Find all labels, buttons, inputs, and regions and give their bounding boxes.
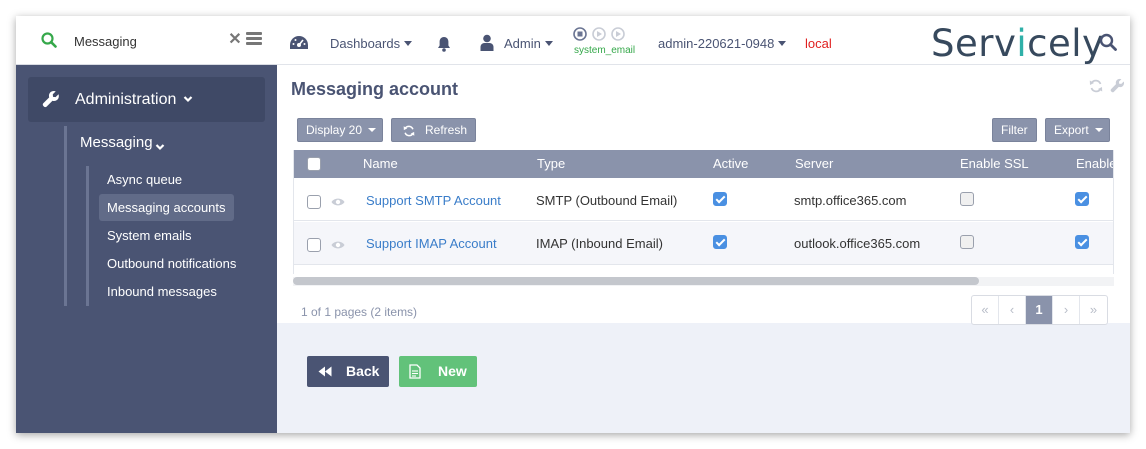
new-label: New — [438, 363, 467, 379]
export-button[interactable]: Export — [1045, 118, 1110, 142]
instance-menu[interactable]: admin-220621-0948 — [658, 36, 787, 51]
system-email-status: system_email — [574, 45, 636, 56]
chevron-down-icon — [155, 144, 165, 151]
account-type: SMTP (Outbound Email) — [536, 193, 678, 208]
page-title: Messaging account — [291, 79, 459, 99]
active-checkbox — [713, 235, 727, 249]
display-count-label: Display 20 — [306, 123, 363, 137]
refresh-icon[interactable] — [1089, 79, 1103, 93]
account-name-link[interactable]: Support SMTP Account — [366, 193, 501, 208]
media-controls — [573, 27, 625, 41]
search-icon[interactable] — [1099, 33, 1117, 51]
sidebar-tree-line — [86, 166, 89, 306]
search-icon — [41, 32, 57, 48]
close-icon[interactable]: ✕ — [228, 31, 242, 49]
column-header-type[interactable]: Type — [537, 156, 565, 171]
dashboard-icon[interactable] — [289, 35, 309, 51]
new-button[interactable]: New — [399, 356, 477, 387]
sidebar-item-async-queue[interactable]: Async queue — [99, 166, 190, 193]
refresh-label: Refresh — [425, 123, 468, 137]
sidebar: ✕ Administration Messaging Async queue M… — [16, 16, 277, 433]
account-server: smtp.office365.com — [794, 193, 907, 208]
stop-icon[interactable] — [573, 27, 587, 41]
column-header-enable-ssl[interactable]: Enable SSL — [960, 156, 1029, 171]
dashboards-label: Dashboards — [330, 36, 401, 51]
play-icon[interactable] — [611, 27, 625, 41]
sidebar-search-input[interactable] — [74, 30, 224, 52]
back-label: Back — [346, 363, 380, 379]
document-icon — [409, 364, 421, 379]
back-button[interactable]: Back — [307, 356, 389, 387]
enable-checkbox — [1075, 192, 1089, 206]
eye-icon[interactable] — [331, 240, 345, 250]
sidebar-item-system-emails[interactable]: System emails — [99, 222, 200, 249]
column-header-enable[interactable]: Enable — [1076, 156, 1113, 171]
select-all-checkbox[interactable] — [307, 157, 321, 171]
column-header-server[interactable]: Server — [795, 156, 833, 171]
column-header-name[interactable]: Name — [363, 156, 398, 171]
column-header-active[interactable]: Active — [713, 156, 748, 171]
pagination: « ‹ 1 › » — [971, 295, 1108, 325]
filter-button[interactable]: Filter — [992, 118, 1037, 142]
table-row: Support IMAP Account IMAP (Inbound Email… — [294, 222, 1113, 265]
admin-menu[interactable]: Admin — [504, 36, 553, 51]
dashboards-menu[interactable]: Dashboards — [330, 36, 413, 51]
wrench-icon[interactable] — [1110, 78, 1125, 93]
sidebar-group-messaging[interactable]: Messaging — [80, 134, 153, 151]
refresh-button[interactable]: Refresh — [391, 118, 476, 142]
admin-label: Admin — [504, 36, 541, 51]
enable-checkbox — [1075, 235, 1089, 249]
wrench-icon — [42, 91, 59, 108]
environment-badge: local — [805, 36, 832, 51]
menu-icon[interactable] — [246, 32, 262, 46]
sidebar-section-label: Administration — [75, 91, 177, 108]
brand-logo: Servicely — [931, 22, 1105, 65]
instance-label: admin-220621-0948 — [658, 36, 775, 51]
active-checkbox — [713, 192, 727, 206]
row-select-checkbox[interactable] — [307, 238, 321, 252]
export-label: Export — [1054, 123, 1089, 137]
account-name-link[interactable]: Support IMAP Account — [366, 236, 497, 251]
next-page-button[interactable]: › — [1053, 296, 1080, 324]
row-select-checkbox[interactable] — [307, 195, 321, 209]
sidebar-search: ✕ — [16, 16, 277, 65]
top-bar: Dashboards Admin system_email admin-2206… — [277, 16, 1130, 65]
page-button-current[interactable]: 1 — [1026, 296, 1053, 324]
content-panel: Messaging account Display 20 Refresh Fil… — [277, 65, 1130, 325]
eye-icon[interactable] — [331, 197, 345, 207]
account-server: outlook.office365.com — [794, 236, 921, 251]
table-header: Name Type Active Server Enable SSL Enabl… — [294, 150, 1113, 178]
accounts-table: Name Type Active Server Enable SSL Enabl… — [293, 150, 1114, 274]
enable-ssl-checkbox — [960, 235, 974, 249]
sidebar-section-administration[interactable]: Administration — [28, 77, 265, 122]
sidebar-item-outbound-notifications[interactable]: Outbound notifications — [99, 250, 244, 277]
horizontal-scrollbar[interactable] — [293, 277, 979, 285]
backward-icon — [318, 366, 332, 377]
last-page-button[interactable]: » — [1080, 296, 1107, 324]
account-type: IMAP (Inbound Email) — [536, 236, 663, 251]
sidebar-item-messaging-accounts[interactable]: Messaging accounts — [99, 194, 234, 221]
first-page-button[interactable]: « — [972, 296, 999, 324]
previous-page-button[interactable]: ‹ — [999, 296, 1026, 324]
pagination-info: 1 of 1 pages (2 items) — [301, 305, 418, 319]
bell-icon[interactable] — [436, 36, 452, 52]
display-count-select[interactable]: Display 20 — [297, 118, 383, 142]
enable-ssl-checkbox — [960, 192, 974, 206]
main-content: Messaging account Display 20 Refresh Fil… — [277, 65, 1130, 433]
play-icon[interactable] — [592, 27, 606, 41]
chevron-down-icon — [183, 96, 193, 103]
sidebar-item-inbound-messages[interactable]: Inbound messages — [99, 278, 225, 305]
refresh-icon — [403, 125, 415, 137]
table-row: Support SMTP Account SMTP (Outbound Emai… — [294, 178, 1113, 221]
sidebar-tree-line — [64, 126, 67, 306]
user-icon — [480, 34, 494, 51]
app-window: ✕ Administration Messaging Async queue M… — [16, 16, 1130, 433]
